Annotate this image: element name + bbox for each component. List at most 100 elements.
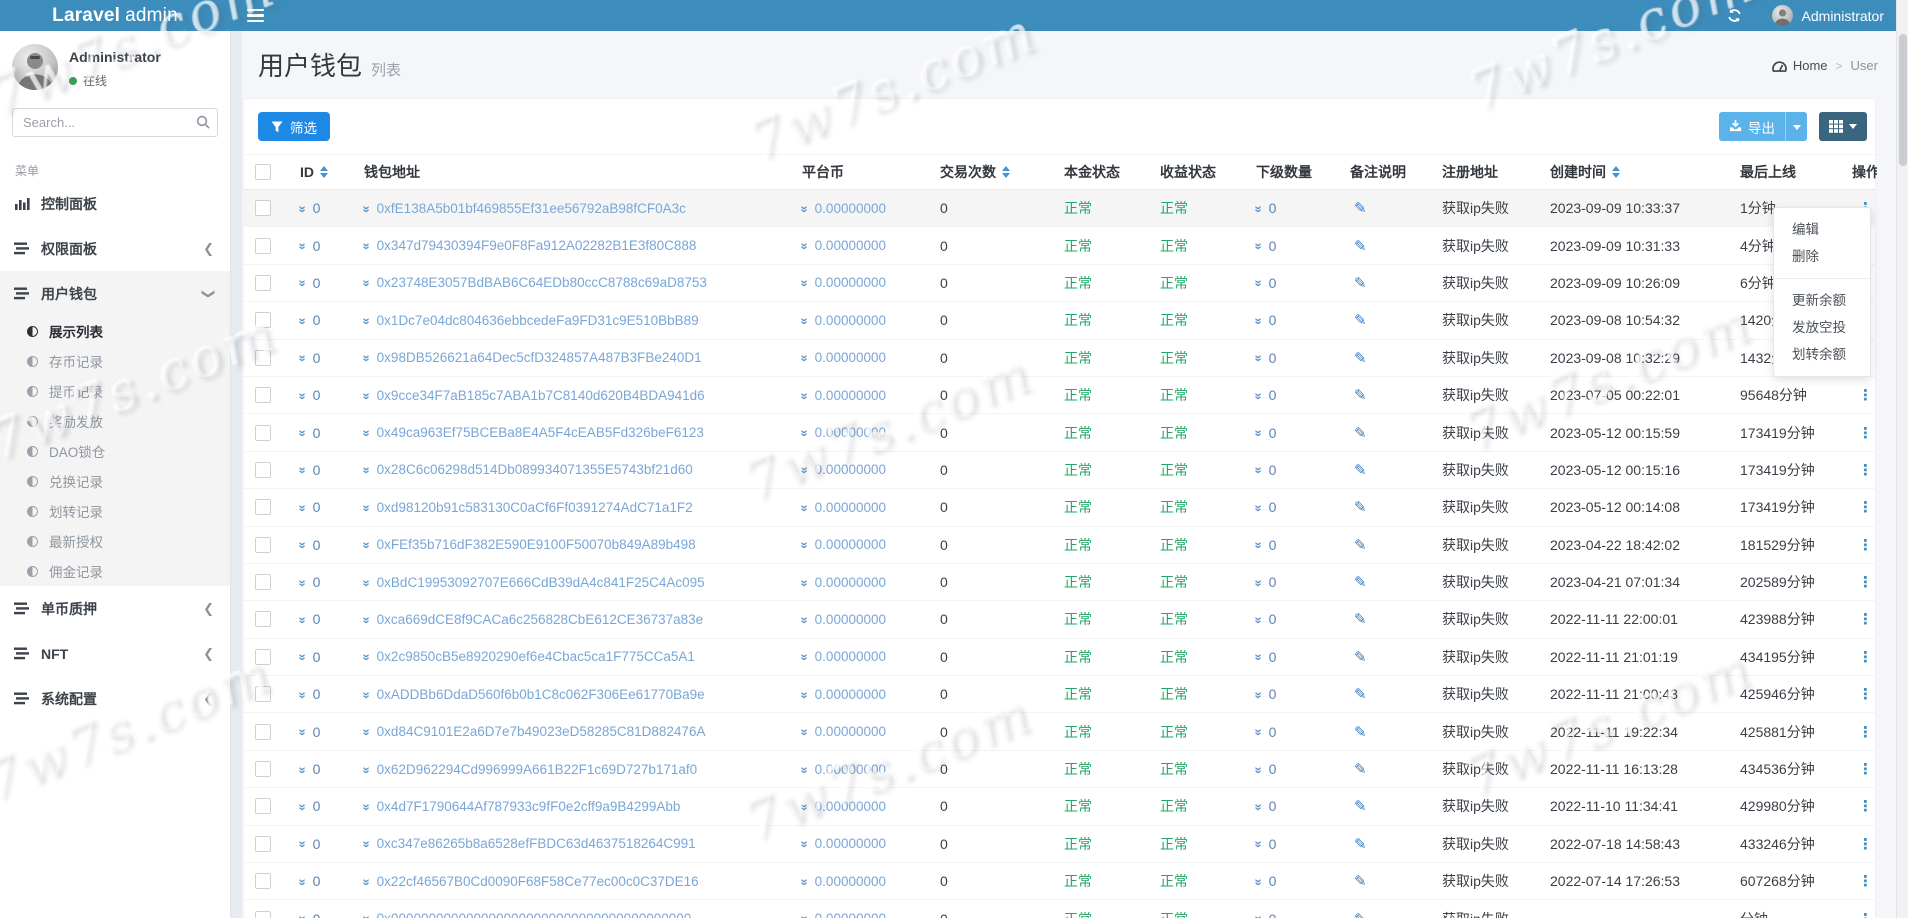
platform-coin-value[interactable]: 0.00000000 bbox=[815, 275, 886, 290]
page-scrollbar[interactable] bbox=[1896, 0, 1908, 918]
expand-icon[interactable]: ›› bbox=[1251, 841, 1266, 847]
expand-icon[interactable]: ›› bbox=[359, 878, 374, 884]
row-checkbox[interactable] bbox=[255, 349, 271, 366]
expand-icon[interactable]: ›› bbox=[797, 205, 812, 211]
wallet-address-link[interactable]: 0x49ca963Ef75BCEBa8E4A5F4cEAB5Fd326beF61… bbox=[377, 425, 704, 440]
row-checkbox[interactable] bbox=[255, 461, 271, 478]
expand-icon[interactable]: ›› bbox=[295, 467, 310, 473]
edit-note-pencil-icon[interactable]: ✎ bbox=[1354, 237, 1367, 255]
edit-note-pencil-icon[interactable]: ✎ bbox=[1354, 199, 1367, 217]
edit-note-pencil-icon[interactable]: ✎ bbox=[1354, 723, 1367, 741]
expand-icon[interactable]: ›› bbox=[797, 467, 812, 473]
expand-icon[interactable]: ›› bbox=[1251, 243, 1266, 249]
platform-coin-value[interactable]: 0.00000000 bbox=[815, 425, 886, 440]
row-actions-kebab-icon[interactable]: ⋮ bbox=[1858, 386, 1873, 404]
expand-icon[interactable]: ›› bbox=[797, 691, 812, 697]
filter-button[interactable]: 筛选 bbox=[258, 112, 330, 141]
expand-icon[interactable]: ›› bbox=[359, 617, 374, 623]
sort-icon[interactable] bbox=[1612, 166, 1620, 178]
row-checkbox[interactable] bbox=[255, 387, 271, 404]
row-checkbox[interactable] bbox=[255, 237, 271, 254]
expand-icon[interactable]: ›› bbox=[295, 542, 310, 548]
platform-coin-value[interactable]: 0.00000000 bbox=[815, 874, 886, 889]
platform-coin-value[interactable]: 0.00000000 bbox=[815, 799, 886, 814]
expand-icon[interactable]: ›› bbox=[295, 878, 310, 884]
sidebar-item-系统配置[interactable]: 系统配置 ❮ bbox=[0, 676, 230, 721]
expand-icon[interactable]: ›› bbox=[797, 355, 812, 361]
expand-icon[interactable]: ›› bbox=[1251, 318, 1266, 324]
sidebar-subitem-佣金记录[interactable]: 佣金记录 bbox=[0, 556, 230, 586]
expand-icon[interactable]: ›› bbox=[797, 280, 812, 286]
expand-icon[interactable]: ›› bbox=[1251, 542, 1266, 548]
expand-icon[interactable]: ›› bbox=[359, 205, 374, 211]
sidebar-item-用户钱包[interactable]: 用户钱包 ❯ bbox=[0, 271, 230, 316]
row-checkbox[interactable] bbox=[255, 648, 271, 665]
expand-icon[interactable]: ›› bbox=[295, 318, 310, 324]
expand-icon[interactable]: ›› bbox=[1251, 355, 1266, 361]
platform-coin-value[interactable]: 0.00000000 bbox=[815, 911, 886, 918]
edit-note-pencil-icon[interactable]: ✎ bbox=[1354, 797, 1367, 815]
sidebar-toggle-icon[interactable] bbox=[247, 9, 264, 22]
row-actions-kebab-icon[interactable]: ⋮ bbox=[1858, 797, 1873, 815]
wallet-address-link[interactable]: 0xADDBb6DdaD560f6b0b1C8c062F306Ee61770Ba… bbox=[377, 687, 705, 702]
expand-icon[interactable]: ›› bbox=[1251, 579, 1266, 585]
scrollbar-thumb[interactable] bbox=[1898, 34, 1907, 166]
row-actions-kebab-icon[interactable]: ⋮ bbox=[1858, 872, 1873, 890]
action-menu-item-编辑[interactable]: 编辑 bbox=[1774, 216, 1870, 243]
row-actions-kebab-icon[interactable]: ⋮ bbox=[1858, 498, 1873, 516]
expand-icon[interactable]: ›› bbox=[1251, 504, 1266, 510]
expand-icon[interactable]: ›› bbox=[1251, 617, 1266, 623]
row-checkbox[interactable] bbox=[255, 910, 271, 918]
row-checkbox[interactable] bbox=[255, 723, 271, 740]
platform-coin-value[interactable]: 0.00000000 bbox=[815, 537, 886, 552]
sidebar-subitem-存币记录[interactable]: 存币记录 bbox=[0, 346, 230, 376]
sort-icon[interactable] bbox=[320, 166, 328, 178]
action-menu-item-更新余额[interactable]: 更新余额 bbox=[1774, 287, 1870, 314]
row-checkbox[interactable] bbox=[255, 424, 271, 441]
row-actions-kebab-icon[interactable]: ⋮ bbox=[1858, 685, 1873, 703]
expand-icon[interactable]: ›› bbox=[295, 392, 310, 398]
edit-note-pencil-icon[interactable]: ✎ bbox=[1354, 274, 1367, 292]
edit-note-pencil-icon[interactable]: ✎ bbox=[1354, 424, 1367, 442]
expand-icon[interactable]: ›› bbox=[797, 318, 812, 324]
sidebar-scrollbar[interactable] bbox=[230, 31, 242, 918]
row-actions-kebab-icon[interactable]: ⋮ bbox=[1858, 573, 1873, 591]
expand-icon[interactable]: ›› bbox=[1251, 280, 1266, 286]
column-header-tx[interactable]: 交易次数 bbox=[932, 162, 1056, 182]
sidebar-item-单币质押[interactable]: 单币质押 ❮ bbox=[0, 586, 230, 631]
wallet-address-link[interactable]: 0xc347e86265b8a6528efFBDC63d4637518264C9… bbox=[377, 836, 696, 851]
expand-icon[interactable]: ›› bbox=[1251, 691, 1266, 697]
export-button[interactable]: 导出 bbox=[1719, 112, 1785, 141]
edit-note-pencil-icon[interactable]: ✎ bbox=[1354, 498, 1367, 516]
expand-icon[interactable]: ›› bbox=[359, 504, 374, 510]
expand-icon[interactable]: ›› bbox=[1251, 467, 1266, 473]
wallet-address-link[interactable]: 0x4d7F1790644Af787933c9fF0e2cff9a9B4299A… bbox=[377, 799, 681, 814]
edit-note-pencil-icon[interactable]: ✎ bbox=[1354, 461, 1367, 479]
edit-note-pencil-icon[interactable]: ✎ bbox=[1354, 349, 1367, 367]
expand-icon[interactable]: ›› bbox=[295, 617, 310, 623]
navbar-username[interactable]: Administrator bbox=[1802, 8, 1884, 24]
wallet-address-link[interactable]: 0x00000000000000000000000000000000000000… bbox=[377, 911, 692, 918]
expand-icon[interactable]: ›› bbox=[359, 430, 374, 436]
row-checkbox[interactable] bbox=[255, 312, 271, 329]
wallet-address-link[interactable]: 0xca669dCE8f9CACa6c256828CbE612CE36737a8… bbox=[377, 612, 704, 627]
expand-icon[interactable]: ›› bbox=[359, 467, 374, 473]
platform-coin-value[interactable]: 0.00000000 bbox=[815, 350, 886, 365]
expand-icon[interactable]: ›› bbox=[797, 804, 812, 810]
wallet-address-link[interactable]: 0xd98120b91c583130C0aCf6Ff0391274AdC71a1… bbox=[377, 500, 693, 515]
expand-icon[interactable]: ›› bbox=[797, 504, 812, 510]
column-header-created[interactable]: 创建时间 bbox=[1542, 162, 1732, 182]
wallet-address-link[interactable]: 0xFEf35b716dF382E590E9100F50070b849A89b4… bbox=[377, 537, 696, 552]
row-checkbox[interactable] bbox=[255, 835, 271, 852]
row-checkbox[interactable] bbox=[255, 873, 271, 890]
sidebar-subitem-提币记录[interactable]: 提币记录 bbox=[0, 376, 230, 406]
expand-icon[interactable]: ›› bbox=[295, 841, 310, 847]
expand-icon[interactable]: ›› bbox=[797, 617, 812, 623]
expand-icon[interactable]: ›› bbox=[359, 542, 374, 548]
action-menu-item-划转余额[interactable]: 划转余额 bbox=[1774, 341, 1870, 368]
edit-note-pencil-icon[interactable]: ✎ bbox=[1354, 386, 1367, 404]
sidebar-item-权限面板[interactable]: 权限面板 ❮ bbox=[0, 226, 230, 271]
edit-note-pencil-icon[interactable]: ✎ bbox=[1354, 311, 1367, 329]
expand-icon[interactable]: ›› bbox=[359, 318, 374, 324]
expand-icon[interactable]: ›› bbox=[1251, 654, 1266, 660]
